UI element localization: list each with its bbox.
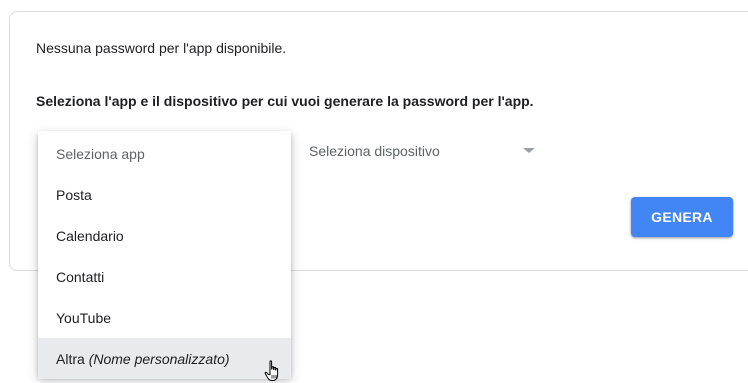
caret-down-icon — [523, 148, 535, 153]
app-menu-placeholder[interactable]: Seleziona app — [38, 133, 291, 174]
generate-button[interactable]: GENERA — [631, 197, 733, 237]
app-menu-item-contatti[interactable]: Contatti — [38, 256, 291, 297]
app-menu-item-calendario[interactable]: Calendario — [38, 215, 291, 256]
app-menu-item-posta[interactable]: Posta — [38, 174, 291, 215]
app-menu-item-altra[interactable]: Altra (Nome personalizzato) — [38, 338, 291, 379]
app-menu-item-youtube[interactable]: YouTube — [38, 297, 291, 338]
hand-pointer-cursor-icon — [264, 360, 279, 381]
device-select-label: Seleziona dispositivo — [309, 143, 440, 159]
app-menu-item-altra-hint: (Nome personalizzato) — [88, 350, 230, 367]
select-app-instruction: Seleziona l'app e il dispositivo per cui… — [36, 93, 534, 109]
app-menu-item-altra-label: Altra — [56, 350, 85, 367]
app-select-menu[interactable]: Seleziona app Posta Calendario Contatti … — [38, 131, 291, 379]
no-app-password-message: Nessuna password per l'app disponibile. — [36, 40, 287, 56]
device-select-dropdown[interactable]: Seleziona dispositivo — [300, 135, 548, 169]
